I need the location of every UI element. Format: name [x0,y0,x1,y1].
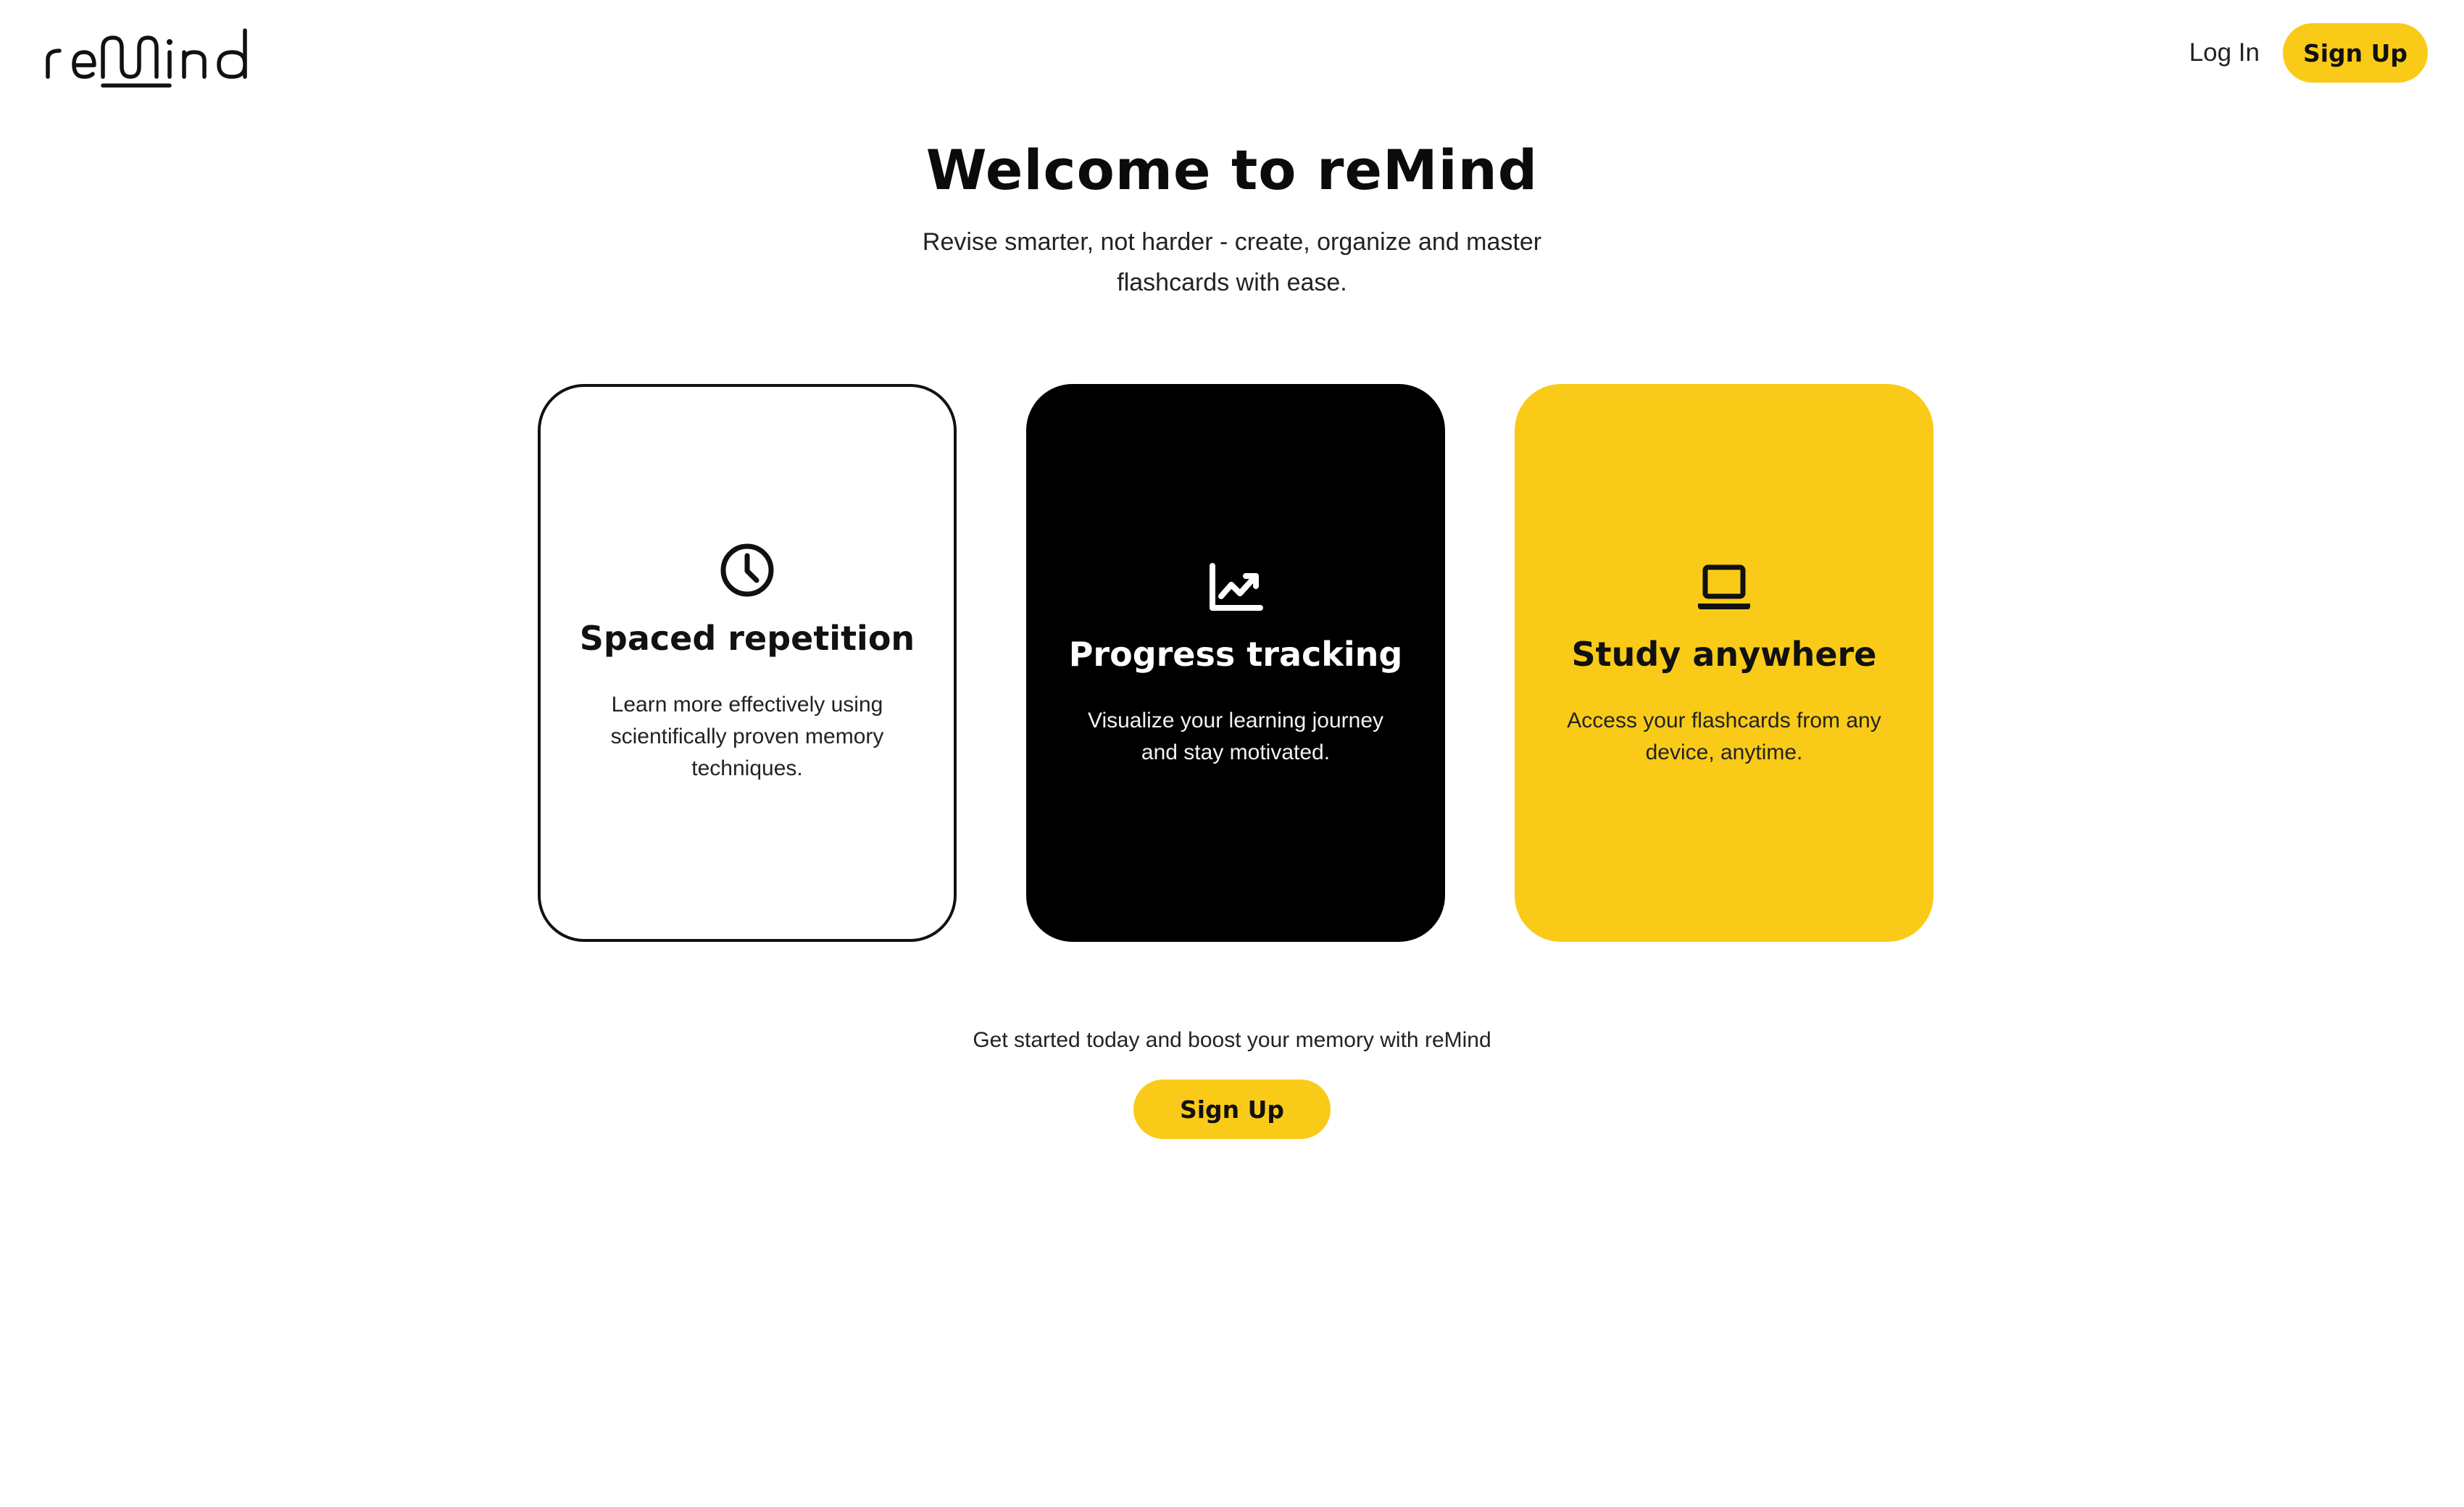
feature-card-study-anywhere: Study anywhere Access your flashcards fr… [1515,384,1934,942]
login-link[interactable]: Log In [2189,38,2260,67]
feature-description: Learn more effectively using scientifica… [610,693,884,780]
feature-description: Access your flashcards from any device, … [1567,709,1881,764]
hero-subtitle: Revise smarter, not harder - create, org… [922,228,1542,296]
chart-line-icon [1210,563,1263,611]
remind-logo[interactable] [42,16,259,88]
hero-title: Welcome to reMind [925,138,1539,202]
feature-title: Spaced repetition [579,619,915,658]
clock-icon [720,543,774,597]
header-actions: Log In Sign Up [2189,23,2428,83]
feature-title: Study anywhere [1571,635,1877,674]
header-signup-button[interactable]: Sign Up [2283,23,2428,83]
feature-card-spaced-repetition: Spaced repetition Learn more effectively… [538,384,957,942]
cta-signup-button[interactable]: Sign Up [1133,1080,1331,1139]
feature-description: Visualize your learning journey and stay… [1087,709,1384,764]
feature-title: Progress tracking [1068,635,1403,674]
feature-card-progress-tracking: Progress tracking Visualize your learnin… [1026,384,1445,942]
laptop-icon [1698,564,1750,609]
cta-text: Get started today and boost your memory … [973,1028,1491,1052]
